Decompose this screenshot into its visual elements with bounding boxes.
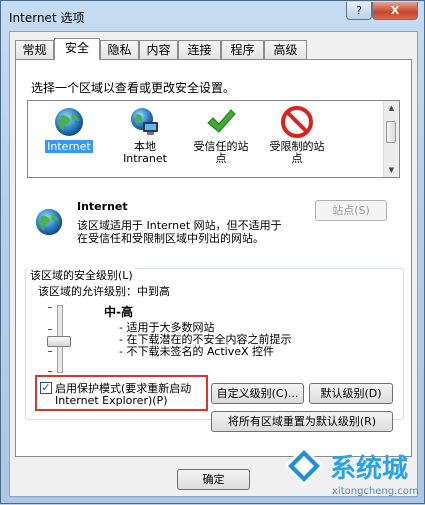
security-panel: 选择一个区域以查看或更改安全设置。 Internet 本地 Intranet 受… bbox=[15, 59, 412, 457]
zone-prompt: 选择一个区域以查看或更改安全设置。 bbox=[31, 81, 236, 95]
window-title: Internet 选项 bbox=[9, 11, 85, 25]
custom-level-button[interactable]: 自定义级别(C)... bbox=[211, 383, 304, 404]
tab-connections[interactable]: 连接 bbox=[178, 40, 221, 59]
zone-label-restricted: 受限制的站 点 bbox=[269, 140, 325, 165]
level-point-3: - 不下载未签名的 ActiveX 控件 bbox=[119, 345, 275, 358]
default-level-button[interactable]: 默认级别(D) bbox=[309, 383, 393, 404]
scroll-thumb[interactable] bbox=[386, 121, 396, 143]
tab-programs[interactable]: 程序 bbox=[221, 40, 264, 59]
globe-icon bbox=[55, 108, 83, 136]
reset-all-zones-button[interactable]: 将所有区域重置为默认级别(R) bbox=[211, 411, 393, 432]
security-level-slider-thumb[interactable] bbox=[47, 336, 71, 347]
zone-label-internet: Internet bbox=[45, 140, 93, 153]
restricted-icon bbox=[281, 106, 313, 138]
protected-mode-label-line2: Internet Explorer)(P) bbox=[55, 394, 168, 407]
zone-local-intranet[interactable]: 本地 Intranet bbox=[109, 105, 181, 165]
watermark: 系统城 xitongcheng.com bbox=[276, 438, 425, 505]
zone-title: Internet bbox=[77, 200, 128, 213]
security-level-group-label: 该区域的安全级别(L) bbox=[28, 267, 135, 283]
zone-restricted-sites[interactable]: 受限制的站 点 bbox=[261, 105, 333, 165]
slider-tick bbox=[48, 329, 52, 330]
tab-advanced[interactable]: 高级 bbox=[264, 40, 307, 59]
zone-label-intranet: 本地 Intranet bbox=[123, 140, 167, 165]
zone-description-line2: 在受信任和受限制区域中列出的网站。 bbox=[77, 232, 264, 245]
dialog-window: Internet 选项 ? X 常规 安全 隐私 内容 连接 程序 高级 选择一… bbox=[0, 0, 425, 504]
watermark-url: xitongcheng.com bbox=[332, 486, 419, 497]
allowed-levels-text: 该区域的允许级别：中到高 bbox=[38, 285, 170, 298]
globe-icon bbox=[35, 208, 63, 236]
level-name: 中-高 bbox=[104, 305, 133, 319]
tab-security[interactable]: 安全 bbox=[54, 38, 100, 60]
protected-mode-checkbox[interactable]: ✓ bbox=[40, 382, 52, 394]
help-button[interactable]: ? bbox=[346, 2, 372, 20]
intranet-icon bbox=[131, 108, 158, 135]
zone-internet[interactable]: Internet bbox=[33, 105, 105, 153]
watermark-logo-icon bbox=[284, 446, 324, 486]
scroll-up-arrow-icon[interactable]: ▲ bbox=[384, 101, 399, 115]
title-bar[interactable]: Internet 选项 ? X bbox=[1, 1, 424, 29]
zone-label-trusted: 受信任的站 点 bbox=[193, 140, 249, 165]
checkmark-icon bbox=[207, 109, 236, 133]
slider-tick bbox=[48, 307, 52, 308]
zone-list: Internet 本地 Intranet 受信任的站 点 受限制的站 点 ▲ ▼ bbox=[27, 100, 400, 178]
close-button[interactable]: X bbox=[372, 2, 418, 20]
tab-general[interactable]: 常规 bbox=[15, 40, 54, 59]
tab-privacy[interactable]: 隐私 bbox=[100, 40, 139, 59]
tab-content[interactable]: 内容 bbox=[139, 40, 178, 59]
zone-list-scrollbar[interactable]: ▲ ▼ bbox=[383, 101, 399, 177]
ok-button[interactable]: 确定 bbox=[177, 469, 250, 490]
slider-tick bbox=[48, 371, 52, 372]
scroll-down-arrow-icon[interactable]: ▼ bbox=[384, 163, 399, 177]
sites-button[interactable]: 站点(S) bbox=[315, 200, 387, 221]
slider-tick bbox=[48, 351, 52, 352]
watermark-brand: 系统城 bbox=[330, 454, 409, 484]
zone-trusted-sites[interactable]: 受信任的站 点 bbox=[185, 105, 257, 165]
dialog-client: 常规 安全 隐私 内容 连接 程序 高级 选择一个区域以查看或更改安全设置。 I… bbox=[9, 31, 418, 497]
